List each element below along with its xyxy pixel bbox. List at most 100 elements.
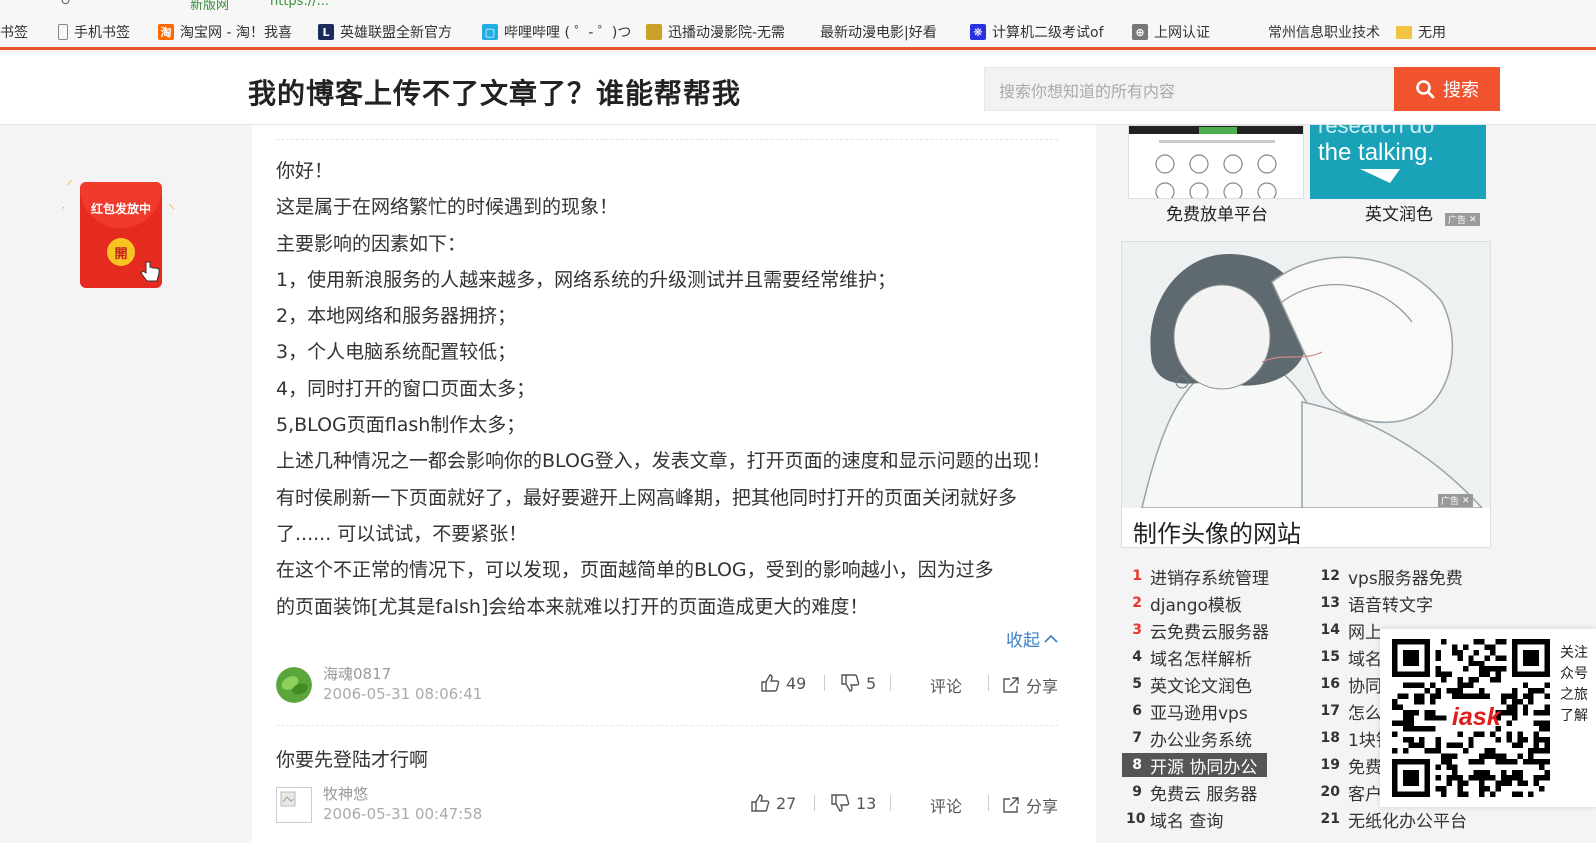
thumbs-down-icon bbox=[841, 674, 860, 692]
hot-search-label: 免费 bbox=[1348, 757, 1382, 778]
hot-search-item[interactable]: 17 怎么 bbox=[1320, 699, 1382, 724]
hot-search-label: 无纸化办公平台 bbox=[1348, 811, 1467, 832]
back-icon[interactable]: ↻ bbox=[60, 0, 71, 9]
hot-search-item[interactable]: 10 域名 查询 bbox=[1122, 807, 1233, 832]
bookmark-item[interactable]: ⊕ 上网认证 bbox=[1132, 22, 1210, 42]
comment-button[interactable]: 评论 bbox=[930, 793, 962, 817]
author-name[interactable]: 海魂0817 bbox=[323, 663, 391, 684]
avatar[interactable] bbox=[276, 667, 312, 703]
rank-number: 8 bbox=[1132, 757, 1142, 773]
search-button[interactable]: 搜索 bbox=[1394, 67, 1500, 111]
author-name[interactable]: 牧神悠 bbox=[323, 783, 368, 804]
bookmark-item[interactable]: 最新动漫电影|好看 bbox=[810, 22, 937, 42]
hot-search-label: 怎么 bbox=[1348, 703, 1382, 724]
hot-search-item[interactable]: 9 免费云 服务器 bbox=[1122, 780, 1267, 805]
comment-label: 评论 bbox=[930, 677, 963, 696]
ad-illustration[interactable] bbox=[1122, 242, 1490, 508]
answer-line: 4，同时打开的窗口页面太多； bbox=[276, 377, 536, 400]
collapse-link[interactable]: 收起 bbox=[1006, 626, 1058, 651]
hot-search-item[interactable]: 1 进销存系统管理 bbox=[1122, 564, 1279, 589]
hot-search-item[interactable]: 20 客户 bbox=[1320, 780, 1382, 805]
share-label: 分享 bbox=[1026, 677, 1059, 696]
hot-search-label: 办公业务系统 bbox=[1150, 730, 1252, 751]
url-text[interactable]: https://... bbox=[270, 0, 329, 9]
sparkle-icon: ⸍ bbox=[66, 178, 73, 194]
bookmark-item[interactable]: 手机书签 bbox=[58, 22, 130, 42]
ad-image-app[interactable] bbox=[1128, 125, 1304, 199]
qr-caption-line: 众号 bbox=[1560, 666, 1588, 682]
ad-block-top[interactable]: research do the talking. 免费放单平台 英文润色 广告 … bbox=[1123, 125, 1493, 226]
like-button[interactable]: 27 bbox=[750, 793, 796, 813]
hot-search-item[interactable]: 5 英文论文润色 bbox=[1122, 672, 1262, 697]
close-icon[interactable]: ✕ bbox=[1469, 215, 1477, 225]
bookmark-label: 英雄联盟全新官方 bbox=[340, 25, 452, 41]
separator bbox=[824, 675, 825, 691]
ad-tag: 广告 ✕ bbox=[1445, 213, 1480, 226]
answer-body: 你好！ 这是属于在网络繁忙的时候遇到的现象！ 主要影响的因素如下： 1，使用新浪… bbox=[276, 153, 1058, 625]
share-button[interactable]: 分享 bbox=[1002, 793, 1058, 817]
hot-search-item[interactable]: 4 域名怎样解析 bbox=[1122, 645, 1262, 670]
bookmark-label: 无用 bbox=[1418, 25, 1446, 41]
ad-caption[interactable]: 免费放单平台 bbox=[1123, 200, 1311, 225]
rank-number: 18 bbox=[1320, 730, 1340, 746]
ad-tag-label: 广告 bbox=[1441, 497, 1460, 507]
dislike-count: 13 bbox=[856, 793, 877, 813]
bookmark-item[interactable]: 无用 bbox=[1396, 22, 1446, 42]
bookmark-item[interactable]: 书签 bbox=[0, 22, 28, 42]
hot-search-item[interactable]: 3 云免费云服务器 bbox=[1122, 618, 1279, 643]
bilibili-icon: ▢ bbox=[482, 24, 498, 40]
bookmark-item[interactable]: ▢ 哔哩哔哩 ( ゜- ゜)つ bbox=[482, 22, 631, 42]
comment-button[interactable]: 评论 bbox=[930, 673, 962, 697]
hot-search-item[interactable]: 19 免费 bbox=[1320, 753, 1382, 778]
hot-search-item[interactable]: 15 域名 bbox=[1320, 645, 1382, 670]
hot-search-label: 进销存系统管理 bbox=[1150, 568, 1269, 589]
answer-line: 5,BLOG页面flash制作太多； bbox=[276, 414, 526, 437]
ad-tag: 广告 ✕ bbox=[1438, 494, 1473, 507]
bookmark-item[interactable]: 迅播动漫影院-无需 bbox=[646, 22, 785, 42]
qr-popup[interactable]: iask 关注 众号 之旅 了解 bbox=[1380, 629, 1596, 807]
chevron-up-icon bbox=[1044, 634, 1058, 643]
search-input[interactable]: 搜索你想知道的所有内容 bbox=[984, 67, 1394, 111]
lol-icon: L bbox=[318, 24, 334, 40]
hot-search-item[interactable]: 14 网上 bbox=[1320, 618, 1382, 643]
hot-search-item[interactable]: 12 vps服务器免费 bbox=[1320, 564, 1463, 589]
share-icon bbox=[1003, 797, 1019, 813]
hot-search-item[interactable]: 6 亚马逊用vps bbox=[1122, 699, 1258, 724]
sparkle-icon: ⸌ bbox=[168, 202, 175, 218]
search-button-label: 搜索 bbox=[1443, 80, 1479, 100]
ad-caption[interactable]: 制作头像的网站 bbox=[1133, 514, 1301, 549]
ad-text: research do bbox=[1318, 125, 1435, 138]
share-icon bbox=[1003, 677, 1019, 693]
avatar[interactable] bbox=[276, 787, 312, 823]
browser-top-strip: ↻ 新版网 https://... bbox=[0, 0, 1596, 12]
search-icon bbox=[1416, 80, 1435, 99]
bookmark-label: 哔哩哔哩 ( ゜- ゜)つ bbox=[504, 25, 632, 41]
red-packet-widget[interactable]: ⸍ ⸌ ˙ 红包发放中 開 bbox=[60, 176, 185, 291]
hot-search-label: vps服务器免费 bbox=[1348, 568, 1463, 589]
dislike-button[interactable]: 13 bbox=[830, 793, 876, 813]
share-button[interactable]: 分享 bbox=[1002, 673, 1058, 697]
bookmark-item[interactable]: ❋ 计算机二级考试of bbox=[970, 22, 1104, 42]
hot-search-item[interactable]: 16 协同 bbox=[1320, 672, 1382, 697]
ad-image-english[interactable]: research do the talking. bbox=[1310, 125, 1486, 199]
rank-number: 5 bbox=[1132, 676, 1142, 692]
red-packet-open-button[interactable]: 開 bbox=[107, 238, 135, 266]
hot-search-item[interactable]: 21 无纸化办公平台 bbox=[1320, 807, 1467, 832]
hot-search-item[interactable]: 8 开源 协同办公 bbox=[1122, 753, 1268, 778]
hand-pointer-icon bbox=[140, 261, 160, 282]
hot-search-label: 网上 bbox=[1348, 622, 1382, 643]
ad-block-avatar[interactable]: 广告 ✕ 制作头像的网站 bbox=[1121, 241, 1491, 548]
bookmark-item[interactable]: 淘淘宝网 - 淘！我喜 bbox=[158, 22, 292, 42]
bookmark-item[interactable]: 常州信息职业技术 bbox=[1258, 22, 1380, 42]
bookmark-item[interactable]: L 英雄联盟全新官方 bbox=[318, 22, 452, 42]
close-icon[interactable]: ✕ bbox=[1462, 496, 1470, 506]
dislike-button[interactable]: 5 bbox=[840, 673, 876, 693]
collapse-label: 收起 bbox=[1006, 631, 1040, 651]
hot-search-item[interactable]: 2 django模板 bbox=[1122, 591, 1252, 616]
hot-search-item[interactable]: 7 办公业务系统 bbox=[1122, 726, 1262, 751]
separator bbox=[890, 675, 891, 691]
url-fragment[interactable]: 新版网 bbox=[190, 0, 229, 12]
hot-search-item[interactable]: 13 语音转文字 bbox=[1320, 591, 1433, 616]
like-button[interactable]: 49 bbox=[760, 673, 806, 693]
answer-line: 1，使用新浪服务的人越来越多，网络系统的升级测试并且需要经常维护； bbox=[276, 268, 897, 291]
